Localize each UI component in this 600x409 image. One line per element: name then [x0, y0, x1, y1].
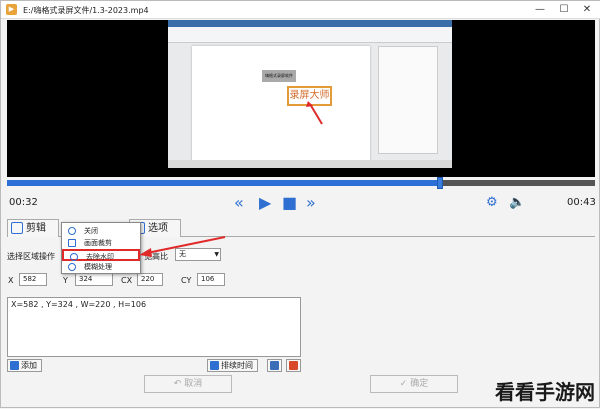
- menu-item-close-label: 关闭: [84, 227, 98, 235]
- check-icon: ✓: [399, 379, 411, 389]
- crop-icon: [68, 239, 76, 247]
- frame-titlebar: [168, 20, 452, 27]
- trash-icon: [270, 361, 279, 370]
- close-circle-icon: [68, 227, 76, 235]
- x-field[interactable]: 582: [19, 273, 47, 286]
- watermark-icon: [70, 253, 78, 261]
- menu-item-remove-watermark-label: 去除水印: [86, 253, 114, 261]
- frame-document: 嗨格式录屏软件 录屏大师: [192, 46, 370, 164]
- cy-label: CY: [181, 276, 192, 285]
- forward-icon[interactable]: »: [306, 194, 316, 212]
- minimize-button[interactable]: —: [529, 2, 551, 18]
- progress-bar[interactable]: [7, 177, 595, 189]
- stop-icon[interactable]: ■: [282, 194, 297, 212]
- cancel-label: 取消: [184, 379, 203, 389]
- clear-list-icon: [289, 361, 298, 370]
- menu-item-remove-watermark[interactable]: 去除水印: [62, 249, 140, 261]
- site-watermark: 看看手游网: [495, 380, 595, 404]
- aspect-value: 无: [179, 250, 186, 258]
- rewind-icon[interactable]: «: [234, 194, 244, 212]
- window-title: E:/嗨格式录屏文件/1.3-2023.mp4: [23, 6, 149, 15]
- tab-edit-label: 剪辑: [26, 223, 46, 234]
- current-time: 00:32: [9, 197, 38, 208]
- frame-side-panel: [378, 46, 438, 154]
- delete-icon[interactable]: [267, 359, 282, 372]
- cx-field[interactable]: 220: [137, 273, 163, 286]
- tab-options-label: 选项: [148, 223, 168, 234]
- tab-edit[interactable]: 剪辑: [7, 219, 59, 237]
- title-bar: ▶ E:/嗨格式录屏文件/1.3-2023.mp4 — ☐ ✕: [1, 1, 600, 19]
- menu-item-crop[interactable]: 画面裁剪: [62, 237, 140, 249]
- frame-arrow: [306, 101, 323, 125]
- settings-icon[interactable]: ⚙: [486, 194, 498, 212]
- player-window: ▶ E:/嗨格式录屏文件/1.3-2023.mp4 — ☐ ✕ 嗨格式录屏软件 …: [0, 0, 600, 408]
- cy-field[interactable]: 106: [197, 273, 225, 286]
- add-button-label: 添加: [21, 361, 37, 370]
- total-time: 00:43: [567, 197, 596, 208]
- video-preview[interactable]: 嗨格式录屏软件 录屏大师: [7, 20, 595, 177]
- list-item[interactable]: X=582 , Y=324 , W=220 , H=106: [11, 300, 297, 309]
- maximize-button[interactable]: ☐: [553, 2, 575, 18]
- video-frame: 嗨格式录屏软件 录屏大师: [168, 20, 452, 168]
- frame-taskbar: [168, 160, 452, 168]
- aspect-label: 宽高比: [144, 252, 168, 261]
- y-field[interactable]: 324: [75, 273, 113, 286]
- cancel-icon: ↶: [173, 379, 185, 389]
- close-button[interactable]: ✕: [576, 2, 598, 18]
- sort-icon: [210, 361, 219, 370]
- sort-time-button[interactable]: 排续时间: [207, 359, 258, 372]
- menu-item-crop-label: 画面裁剪: [84, 239, 112, 247]
- app-icon: ▶: [6, 4, 17, 15]
- menu-item-close[interactable]: 关闭: [62, 225, 140, 237]
- volume-icon[interactable]: 🔈: [509, 194, 525, 212]
- y-label: Y: [63, 276, 68, 285]
- progress-fill: [7, 180, 441, 186]
- clear-icon[interactable]: [286, 359, 301, 372]
- edit-dropdown-menu: 关闭 画面裁剪 去除水印 模糊处理: [61, 222, 141, 274]
- edit-icon: [11, 222, 23, 234]
- play-icon[interactable]: ▶: [259, 194, 271, 212]
- add-button[interactable]: 添加: [7, 359, 42, 372]
- aspect-select[interactable]: 无 ▼: [175, 248, 221, 261]
- add-icon: [10, 361, 19, 370]
- menu-item-blur[interactable]: 模糊处理: [62, 261, 140, 273]
- region-label: 选择区域操作: [7, 252, 55, 261]
- cx-label: CX: [121, 276, 133, 285]
- chevron-down-icon: ▼: [214, 251, 219, 258]
- confirm-button[interactable]: ✓ 确定: [370, 375, 458, 393]
- cancel-button[interactable]: ↶ 取消: [144, 375, 232, 393]
- confirm-label: 确定: [410, 379, 429, 389]
- progress-handle[interactable]: [437, 177, 444, 189]
- region-list[interactable]: X=582 , Y=324 , W=220 , H=106: [7, 297, 301, 357]
- frame-toolbar: [168, 27, 452, 43]
- sort-time-label: 排续时间: [221, 361, 253, 370]
- blur-icon: [68, 263, 76, 271]
- x-label: X: [8, 276, 14, 285]
- menu-item-blur-label: 模糊处理: [84, 263, 112, 271]
